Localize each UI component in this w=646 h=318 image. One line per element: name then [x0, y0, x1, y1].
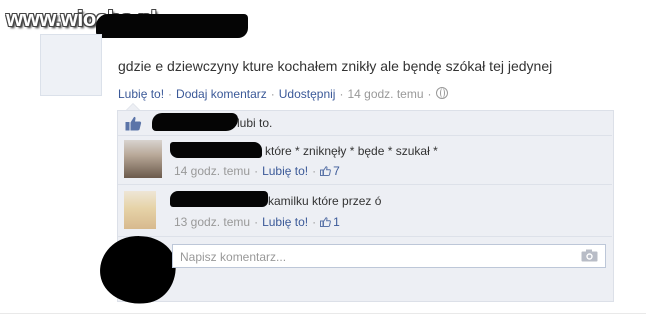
commenter-avatar[interactable] [124, 191, 156, 229]
share-link[interactable]: Udostępnij [279, 87, 336, 101]
globe-icon[interactable] [435, 87, 448, 99]
commenter-avatar[interactable] [124, 140, 162, 178]
redacted-commenter-name [170, 142, 262, 158]
comment-text: które * zniknęły * będe * szukał * [265, 144, 438, 158]
divider [118, 135, 612, 136]
comment-timestamp[interactable]: 13 godz. temu [174, 215, 250, 229]
comment-field[interactable] [178, 246, 562, 268]
comment-meta: 14 godz. temu · Lubię to! · 7 [174, 164, 340, 178]
redacted-author-name [96, 14, 248, 38]
thumbs-up-icon [320, 166, 332, 176]
comment-like-count[interactable]: 7 [320, 164, 340, 178]
comment-input[interactable] [172, 244, 606, 268]
like-link[interactable]: Lubię to! [118, 87, 164, 101]
redacted-liker-name [152, 113, 238, 131]
comment-like-link[interactable]: Lubię to! [262, 164, 308, 178]
divider [118, 236, 612, 237]
post-action-bar: Lubię to! · Dodaj komentarz · Udostępnij · 14 … [118, 87, 448, 101]
comment-like-count[interactable]: 1 [320, 215, 340, 229]
add-comment-link[interactable]: Dodaj komentarz [176, 87, 267, 101]
thumbs-up-icon[interactable] [125, 116, 142, 131]
post-timestamp[interactable]: 14 godz. temu [347, 87, 423, 101]
thumbs-up-icon [320, 217, 332, 227]
post-text: gdzie e dziewczyny kture kochałem znikły… [118, 58, 553, 74]
bottom-border [0, 313, 646, 314]
redacted-commenter-name [170, 191, 268, 207]
comment-like-link[interactable]: Lubię to! [262, 215, 308, 229]
comment-timestamp[interactable]: 14 godz. temu [174, 164, 250, 178]
panel-pointer [126, 103, 140, 110]
author-avatar[interactable] [40, 34, 102, 96]
divider [118, 184, 612, 185]
comment-meta: 13 godz. temu · Lubię to! · 1 [174, 215, 340, 229]
likes-summary: lubi to. [237, 116, 273, 130]
comment-text: kamilku które przez ó [268, 194, 382, 208]
camera-icon[interactable] [581, 249, 598, 262]
